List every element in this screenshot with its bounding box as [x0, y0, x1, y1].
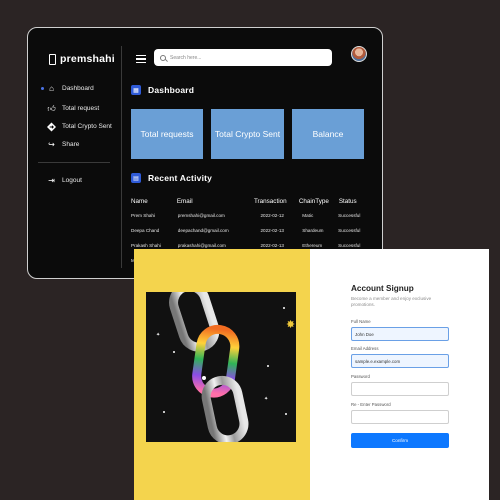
share-icon: ↪: [48, 140, 55, 149]
password-field: Password: [351, 374, 449, 396]
cell-status: Successful: [338, 213, 361, 218]
search-icon: [160, 54, 166, 61]
dashboard-window: premshahi ⌂ Dashboard 👍︎ Total request T…: [27, 27, 383, 279]
cell-name: Prakash Shahi: [131, 243, 161, 248]
column-header: Status: [338, 197, 357, 205]
sparkle-icon: ✦: [156, 332, 161, 338]
home-icon: ⌂: [49, 84, 54, 93]
page-title: Dashboard: [148, 85, 195, 95]
sidebar: premshahi ⌂ Dashboard 👍︎ Total request T…: [28, 28, 122, 278]
sidebar-item-dashboard[interactable]: ⌂ Dashboard: [41, 84, 94, 93]
cell-chain: Shardeum: [302, 228, 324, 233]
column-header: Transaction: [253, 197, 287, 205]
sidebar-item-label: Total Crypto Sent: [62, 123, 112, 130]
chain-links-image: [163, 292, 287, 442]
active-indicator: [41, 87, 44, 90]
password-input[interactable]: [351, 382, 449, 396]
logout-icon: ⇥: [48, 176, 55, 185]
cell-name: Deepa Chand: [131, 228, 160, 233]
search-input[interactable]: Search here...: [154, 49, 332, 66]
full-name-field: Full Name John Doe: [351, 319, 449, 341]
sidebar-item-label: Logout: [62, 177, 82, 184]
cell-email: premshahi@gmail.com: [177, 213, 225, 218]
sparkle-icon: ✦: [264, 396, 269, 402]
field-label: Re - Enter Password: [351, 402, 391, 407]
search-placeholder: Search here...: [170, 54, 202, 61]
field-label: Full Name: [351, 319, 371, 324]
dashboard-section-icon: ▦: [131, 85, 141, 95]
cell-status: Successful: [338, 228, 361, 233]
table-row[interactable]: Deepa Chand deepachand@gmail.com 2022-02…: [131, 223, 371, 238]
sidebar-item-total-request[interactable]: 👍︎ Total request: [47, 104, 99, 113]
cell-chain: Matic: [302, 213, 314, 218]
send-icon: [47, 122, 56, 131]
sparkle-icon: ✸: [286, 319, 296, 331]
field-label: Email Address: [351, 346, 379, 351]
sidebar-divider: [38, 162, 110, 163]
recent-activity-title: Recent Activity: [148, 173, 213, 183]
total-crypto-sent-card[interactable]: Total Crypto Sent: [211, 109, 284, 159]
sidebar-item-total-crypto-sent[interactable]: Total Crypto Sent: [47, 122, 112, 131]
form-subtitle: Become a member and enjoy exclusive prom…: [351, 296, 432, 307]
calendar-icon: ▤: [131, 173, 141, 183]
field-label: Password: [351, 374, 370, 379]
sidebar-item-share[interactable]: ↪ Share: [47, 140, 79, 149]
column-header: Name: [131, 197, 148, 205]
confirm-password-field: Re - Enter Password: [351, 402, 449, 424]
cell-name: Prem Shahi: [131, 213, 156, 218]
confirm-button[interactable]: Confirm: [351, 433, 449, 448]
thumbs-up-icon: 👍︎: [47, 103, 56, 113]
column-header: Email: [176, 197, 193, 205]
sidebar-item-label: Share: [62, 141, 80, 148]
cell-transaction: 2022-02-13: [260, 228, 284, 233]
signup-panel: ✦ ✦ ✸ Account Signup Become a member and…: [134, 249, 489, 500]
cell-email: deepachand@gmail.com: [177, 228, 229, 233]
hamburger-menu-icon[interactable]: [136, 55, 146, 63]
form-title: Account Signup: [351, 284, 414, 293]
column-header: ChainType: [298, 197, 329, 205]
table-row[interactable]: Prem Shahi premshahi@gmail.com 2022-02-1…: [131, 208, 371, 223]
signup-illustration-panel: ✦ ✦ ✸: [134, 249, 310, 500]
cell-transaction: 2022-02-12: [260, 213, 284, 218]
avatar[interactable]: [351, 46, 367, 62]
email-field: Email Address sample.e.example.com: [351, 346, 449, 368]
sidebar-item-logout[interactable]: ⇥ Logout: [47, 176, 82, 185]
signup-form: Account Signup Become a member and enjoy…: [351, 284, 449, 448]
table-header: Name Email Transaction ChainType Status: [131, 194, 371, 208]
sidebar-item-label: Total request: [62, 105, 100, 112]
cell-status: Successful: [338, 243, 361, 248]
cell-email: prakashahi@gmail.com: [177, 243, 226, 248]
balance-card[interactable]: Balance: [292, 109, 364, 159]
email-input[interactable]: sample.e.example.com: [351, 354, 449, 368]
brand[interactable]: premshahi: [49, 53, 115, 65]
chain-illustration: ✦ ✦: [146, 292, 296, 442]
sidebar-item-label: Dashboard: [62, 85, 94, 92]
cell-transaction: 2022-02-13: [260, 243, 284, 248]
cell-chain: Ethereum: [302, 243, 323, 248]
confirm-password-input[interactable]: [351, 410, 449, 424]
total-requests-card[interactable]: Total requests: [131, 109, 203, 159]
sidebar-border: [121, 46, 122, 268]
brand-logo-icon: [49, 53, 56, 65]
full-name-input[interactable]: John Doe: [351, 327, 449, 341]
brand-name: premshahi: [60, 53, 115, 65]
